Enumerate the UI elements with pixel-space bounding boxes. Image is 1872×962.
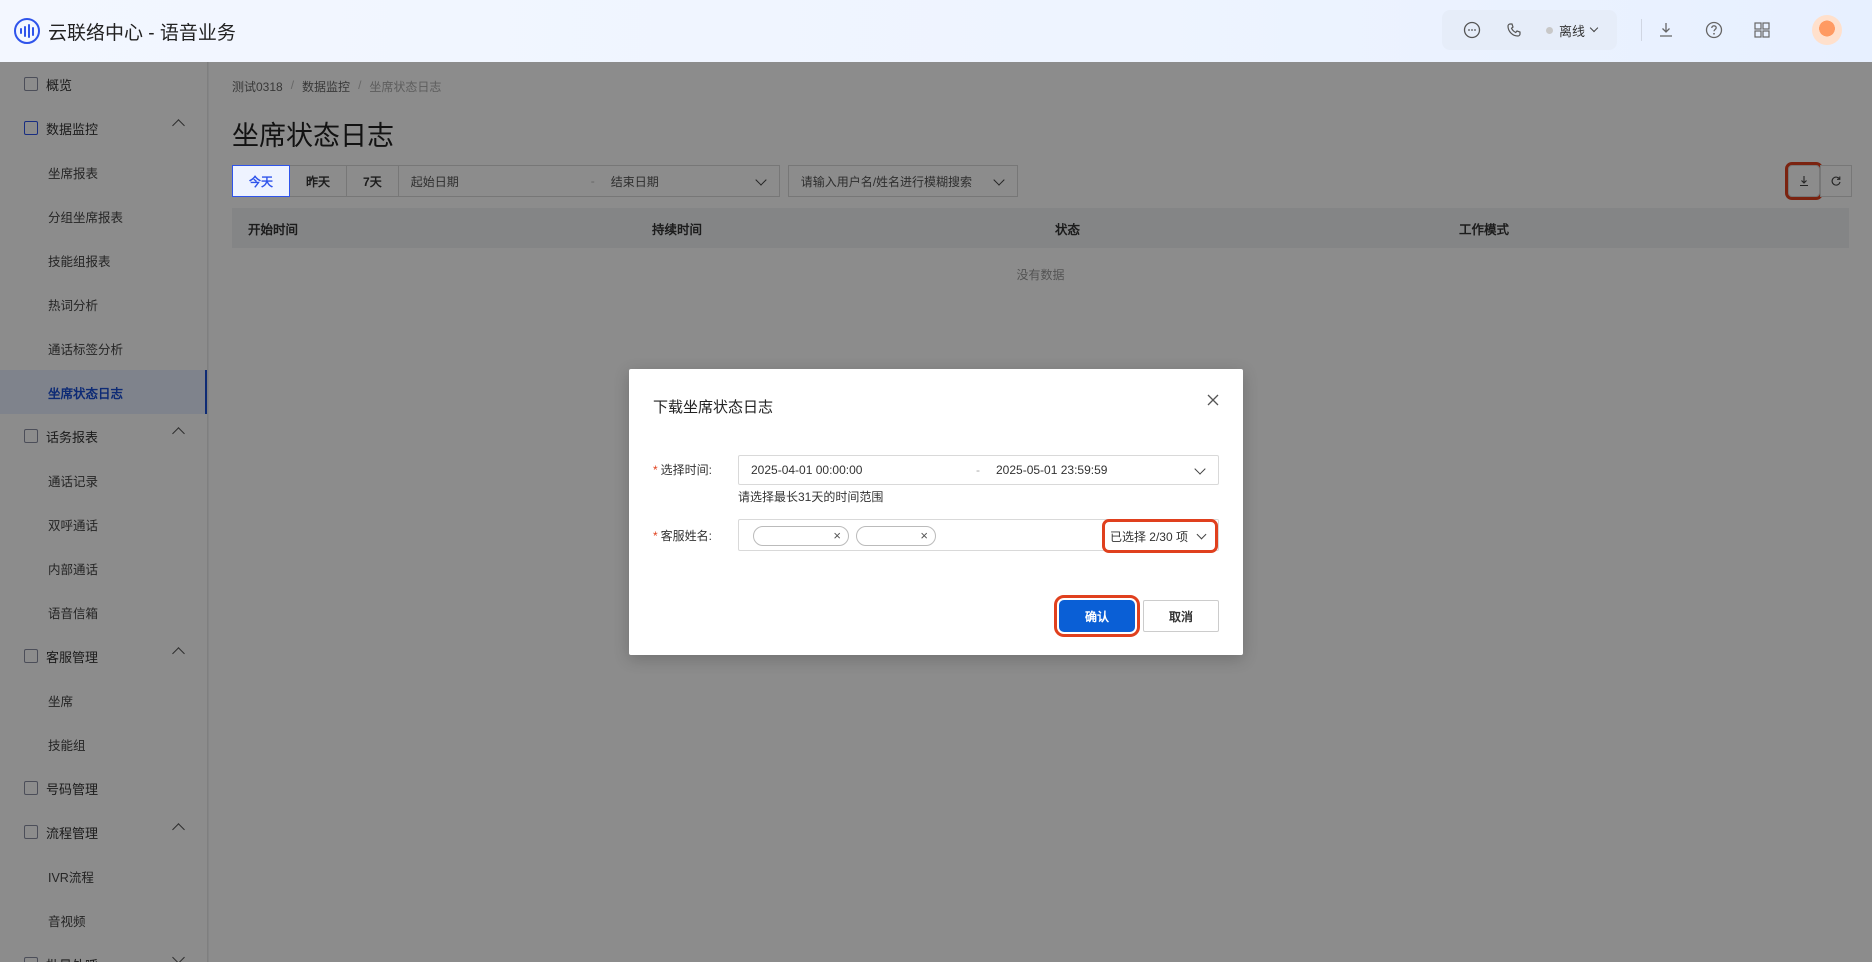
agent-multi-select[interactable]: × × 已选择 2/30 项 [738,519,1219,553]
time-start-value: 2025-04-01 00:00:00 [751,463,863,477]
cancel-button[interactable]: 取消 [1143,600,1219,632]
logo: 云联络中心 - 语音业务 [14,18,236,45]
time-end-value: 2025-05-01 23:59:59 [996,463,1108,477]
remove-tag-icon[interactable]: × [920,528,928,544]
time-range-hint: 请选择最长31天的时间范围 [738,490,884,504]
today-button[interactable]: 今天 [232,165,291,197]
selected-count-dropdown[interactable]: 已选择 2/30 项 [1101,519,1219,553]
top-header: 云联络中心 - 语音业务 离线 [0,0,1872,62]
apps-grid-icon[interactable] [1752,20,1772,40]
status-pill: 离线 [1441,10,1617,50]
avatar[interactable] [1812,15,1842,45]
remove-tag-icon[interactable]: × [833,528,841,544]
time-label: * 选择时间: [653,463,713,477]
voice-logo-icon [14,18,40,44]
download-dialog: 下载坐席状态日志 * 选择时间: 2025-04-01 00:00:00 - 20… [629,369,1243,655]
confirm-button[interactable]: 确认 [1054,595,1140,637]
header-divider [1641,19,1642,41]
app-title: 云联络中心 - 语音业务 [48,22,236,44]
download-icon[interactable] [1656,20,1676,40]
agent-tag: × [753,526,849,546]
chevron-down-icon [1589,23,1599,33]
close-icon[interactable] [1203,391,1223,411]
chat-icon[interactable] [1462,20,1482,40]
chevron-down-icon [1194,463,1206,475]
status-select[interactable]: 离线 [1545,21,1599,40]
status-label: 离线 [1558,23,1585,39]
dialog-title: 下载坐席状态日志 [653,399,774,416]
phone-icon[interactable] [1504,20,1524,40]
agent-label: * 客服姓名: [653,529,713,543]
status-dot [1545,26,1553,34]
help-icon[interactable] [1704,20,1724,40]
time-range-picker[interactable]: 2025-04-01 00:00:00 - 2025-05-01 23:59:5… [738,455,1219,485]
agent-tag: × [856,526,936,546]
chevron-down-icon [1196,529,1207,539]
